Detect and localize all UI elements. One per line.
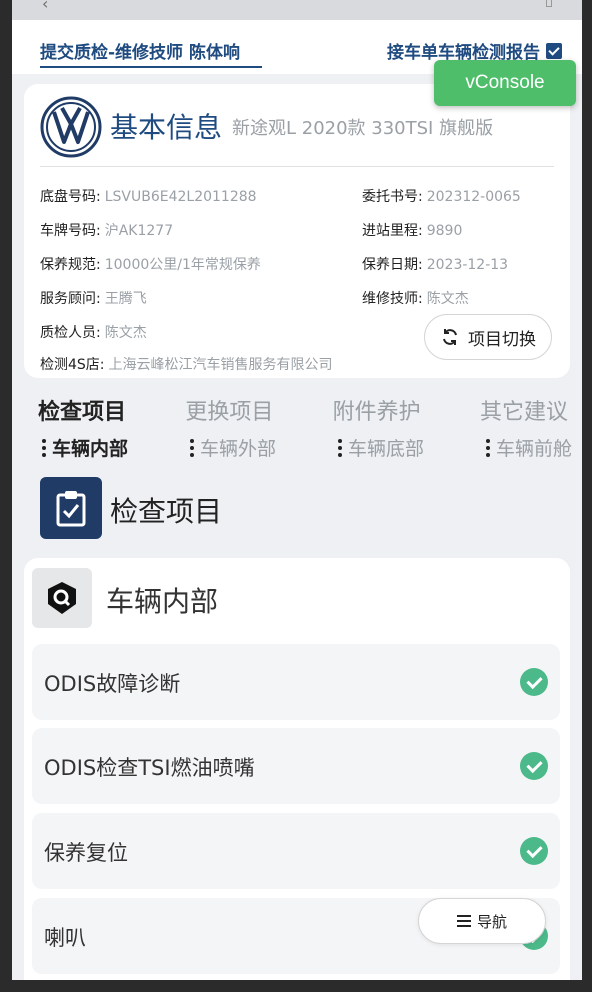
item-label: ODIS故障诊断	[44, 672, 181, 696]
category-title: 车辆内部	[106, 585, 219, 618]
check-circle-icon	[520, 668, 548, 696]
more-dots-icon	[42, 438, 46, 457]
checkbox-icon[interactable]	[546, 42, 562, 59]
vw-logo-icon	[40, 96, 102, 158]
tab-replacement-items[interactable]: 更换项目	[185, 394, 273, 426]
item-label: ODIS检查TSI燃油喷嘴	[44, 756, 255, 780]
clipboard-check-icon	[40, 477, 102, 539]
list-item[interactable]: ODIS检查TSI燃油喷嘴	[32, 728, 560, 804]
subtab-engine-bay[interactable]: 车辆前舱	[485, 434, 572, 461]
check-circle-icon	[520, 752, 548, 780]
refresh-icon	[443, 329, 457, 345]
active-tab-underline	[40, 66, 262, 68]
field-maintenance-spec: 保养规范: 10000公里/1年常规保养	[40, 257, 261, 273]
tab-inspection-items[interactable]: 检查项目	[38, 394, 126, 426]
field-order-no: 委托书号: 202312-0065	[362, 189, 521, 205]
subtab-exterior-label: 车辆外部	[199, 438, 276, 460]
field-maintenance-date: 保养日期: 2023-12-13	[362, 257, 509, 273]
sub-tabs: 车辆内部 车辆外部 车辆底部 车辆前舱	[42, 434, 572, 461]
shield-search-icon	[32, 568, 92, 628]
field-4s-store: 检测4S店: 上海云峰松江汽车销售服务有限公司	[40, 357, 333, 373]
subtab-underbody[interactable]: 车辆底部	[337, 434, 424, 461]
subtab-engine-bay-label: 车辆前舱	[495, 438, 572, 460]
tab-submit-qc[interactable]: 提交质检-维修技师 陈体响	[40, 38, 240, 63]
basic-info-card: 基本信息 新途观L 2020款 330TSI 旗舰版 底盘号码: LSVUB6E4…	[24, 84, 570, 378]
app-screen: ‹ 提交质检-维修技师 陈体响 接车单车辆检测报告 基本信息 新途观L 2020…	[12, 0, 582, 980]
field-qc-person: 质检人员: 陈文杰	[40, 325, 147, 341]
check-circle-icon	[520, 837, 548, 865]
bottom-edge	[12, 980, 582, 992]
item-label: 喇叭	[44, 926, 86, 950]
more-dots-icon	[337, 438, 342, 457]
tab-accessory-care[interactable]: 附件养护	[333, 394, 421, 426]
switch-project-button[interactable]: 项目切换	[424, 314, 552, 360]
navigation-button[interactable]: 导航	[418, 898, 546, 944]
field-service-advisor: 服务顾问: 王腾飞	[40, 291, 147, 307]
more-dots-icon	[485, 438, 490, 457]
list-item[interactable]: 保养复位	[32, 813, 560, 889]
subtab-interior-label: 车辆内部	[52, 438, 129, 460]
vehicle-model: 新途观L 2020款 330TSI 旗舰版	[232, 118, 494, 139]
field-technician: 维修技师: 陈文杰	[362, 291, 469, 307]
field-mileage: 进站里程: 9890	[362, 223, 463, 239]
category-tabs: 检查项目 更换项目 附件养护 其它建议	[38, 394, 568, 426]
field-plate: 车牌号码: 沪AK1277	[40, 223, 174, 239]
vconsole-label: vConsole	[465, 72, 545, 93]
tab-other-suggestions[interactable]: 其它建议	[480, 394, 568, 426]
field-vin: 底盘号码: LSVUB6E42L2011288	[40, 189, 257, 205]
menu-grip-icon[interactable]	[546, 0, 552, 7]
menu-icon	[456, 915, 471, 927]
subtab-underbody-label: 车辆底部	[347, 438, 424, 460]
divider	[40, 166, 554, 167]
more-dots-icon	[189, 438, 194, 457]
subtab-interior[interactable]: 车辆内部	[42, 434, 128, 461]
list-item[interactable]: ODIS故障诊断	[32, 644, 560, 720]
subtab-exterior[interactable]: 车辆外部	[189, 434, 276, 461]
back-chevron-icon[interactable]: ‹	[42, 0, 48, 13]
switch-project-label: 项目切换	[468, 329, 536, 350]
item-label: 保养复位	[44, 841, 128, 865]
basic-info-title: 基本信息	[110, 111, 223, 144]
vconsole-button[interactable]: vConsole	[434, 60, 576, 106]
status-bar: ‹	[12, 0, 582, 20]
navigation-label: 导航	[476, 912, 507, 931]
section-title: 检查项目	[110, 495, 223, 528]
